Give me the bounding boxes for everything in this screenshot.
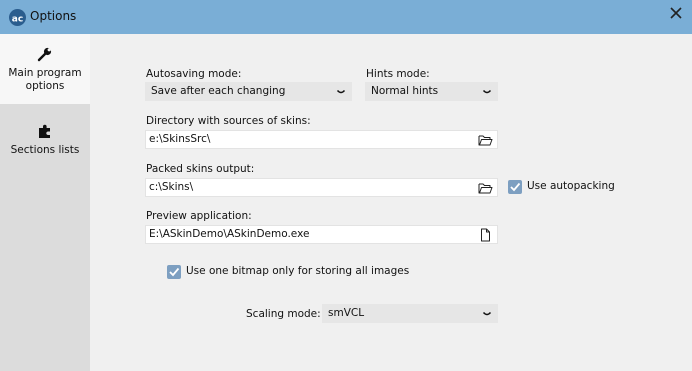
- scaling-mode-value: smVCL: [328, 307, 365, 319]
- preview-application-value: E:\ASkinDemo\ASkinDemo.exe: [149, 228, 310, 240]
- scaling-mode-label: Scaling mode:: [246, 308, 321, 320]
- close-icon[interactable]: [666, 3, 686, 23]
- sidebar-item-label: Sections lists: [10, 144, 80, 156]
- hints-mode-label: Hints mode:: [366, 68, 430, 80]
- autosaving-mode-value: Save after each changing: [151, 85, 286, 97]
- app-logo-icon: ac: [9, 9, 26, 26]
- chevron-down-icon: [482, 309, 492, 319]
- options-panel: Autosaving mode: Save after each changin…: [90, 34, 692, 371]
- one-bitmap-label: Use one bitmap only for storing all imag…: [186, 265, 410, 277]
- packed-output-value: c:\Skins\: [149, 181, 194, 193]
- title-bar: ac Options: [0, 0, 692, 34]
- svg-text:ac: ac: [12, 15, 23, 25]
- packed-output-field[interactable]: c:\Skins\: [145, 178, 498, 197]
- preview-application-label: Preview application:: [146, 210, 252, 222]
- wrench-icon: [37, 46, 53, 62]
- folder-open-icon[interactable]: [478, 181, 493, 195]
- autosaving-mode-select[interactable]: Save after each changing: [145, 82, 352, 101]
- skins-directory-label: Directory with sources of skins:: [146, 115, 311, 127]
- skins-directory-field[interactable]: e:\SkinsSrc\: [145, 130, 498, 149]
- file-icon[interactable]: [478, 228, 493, 242]
- chevron-down-icon: [336, 87, 346, 97]
- one-bitmap-checkbox[interactable]: [167, 265, 181, 279]
- hints-mode-value: Normal hints: [371, 85, 439, 97]
- autosaving-mode-label: Autosaving mode:: [146, 68, 242, 80]
- sidebar: Main program options Sections lists: [0, 34, 90, 371]
- hints-mode-select[interactable]: Normal hints: [365, 82, 498, 101]
- scaling-mode-select[interactable]: smVCL: [322, 304, 498, 323]
- window-title: Options: [30, 9, 77, 23]
- preview-application-field[interactable]: E:\ASkinDemo\ASkinDemo.exe: [145, 225, 498, 244]
- use-autopacking-checkbox[interactable]: [508, 180, 522, 194]
- packed-output-label: Packed skins output:: [146, 163, 255, 175]
- chevron-down-icon: [482, 87, 492, 97]
- puzzle-icon: [37, 123, 53, 139]
- use-autopacking-label: Use autopacking: [527, 180, 615, 192]
- sidebar-item-label: Main program options: [8, 67, 82, 92]
- skins-directory-value: e:\SkinsSrc\: [149, 133, 211, 145]
- sidebar-item-sections-lists[interactable]: Sections lists: [0, 112, 90, 172]
- sidebar-item-main-program-options[interactable]: Main program options: [0, 34, 90, 104]
- folder-open-icon[interactable]: [478, 133, 493, 147]
